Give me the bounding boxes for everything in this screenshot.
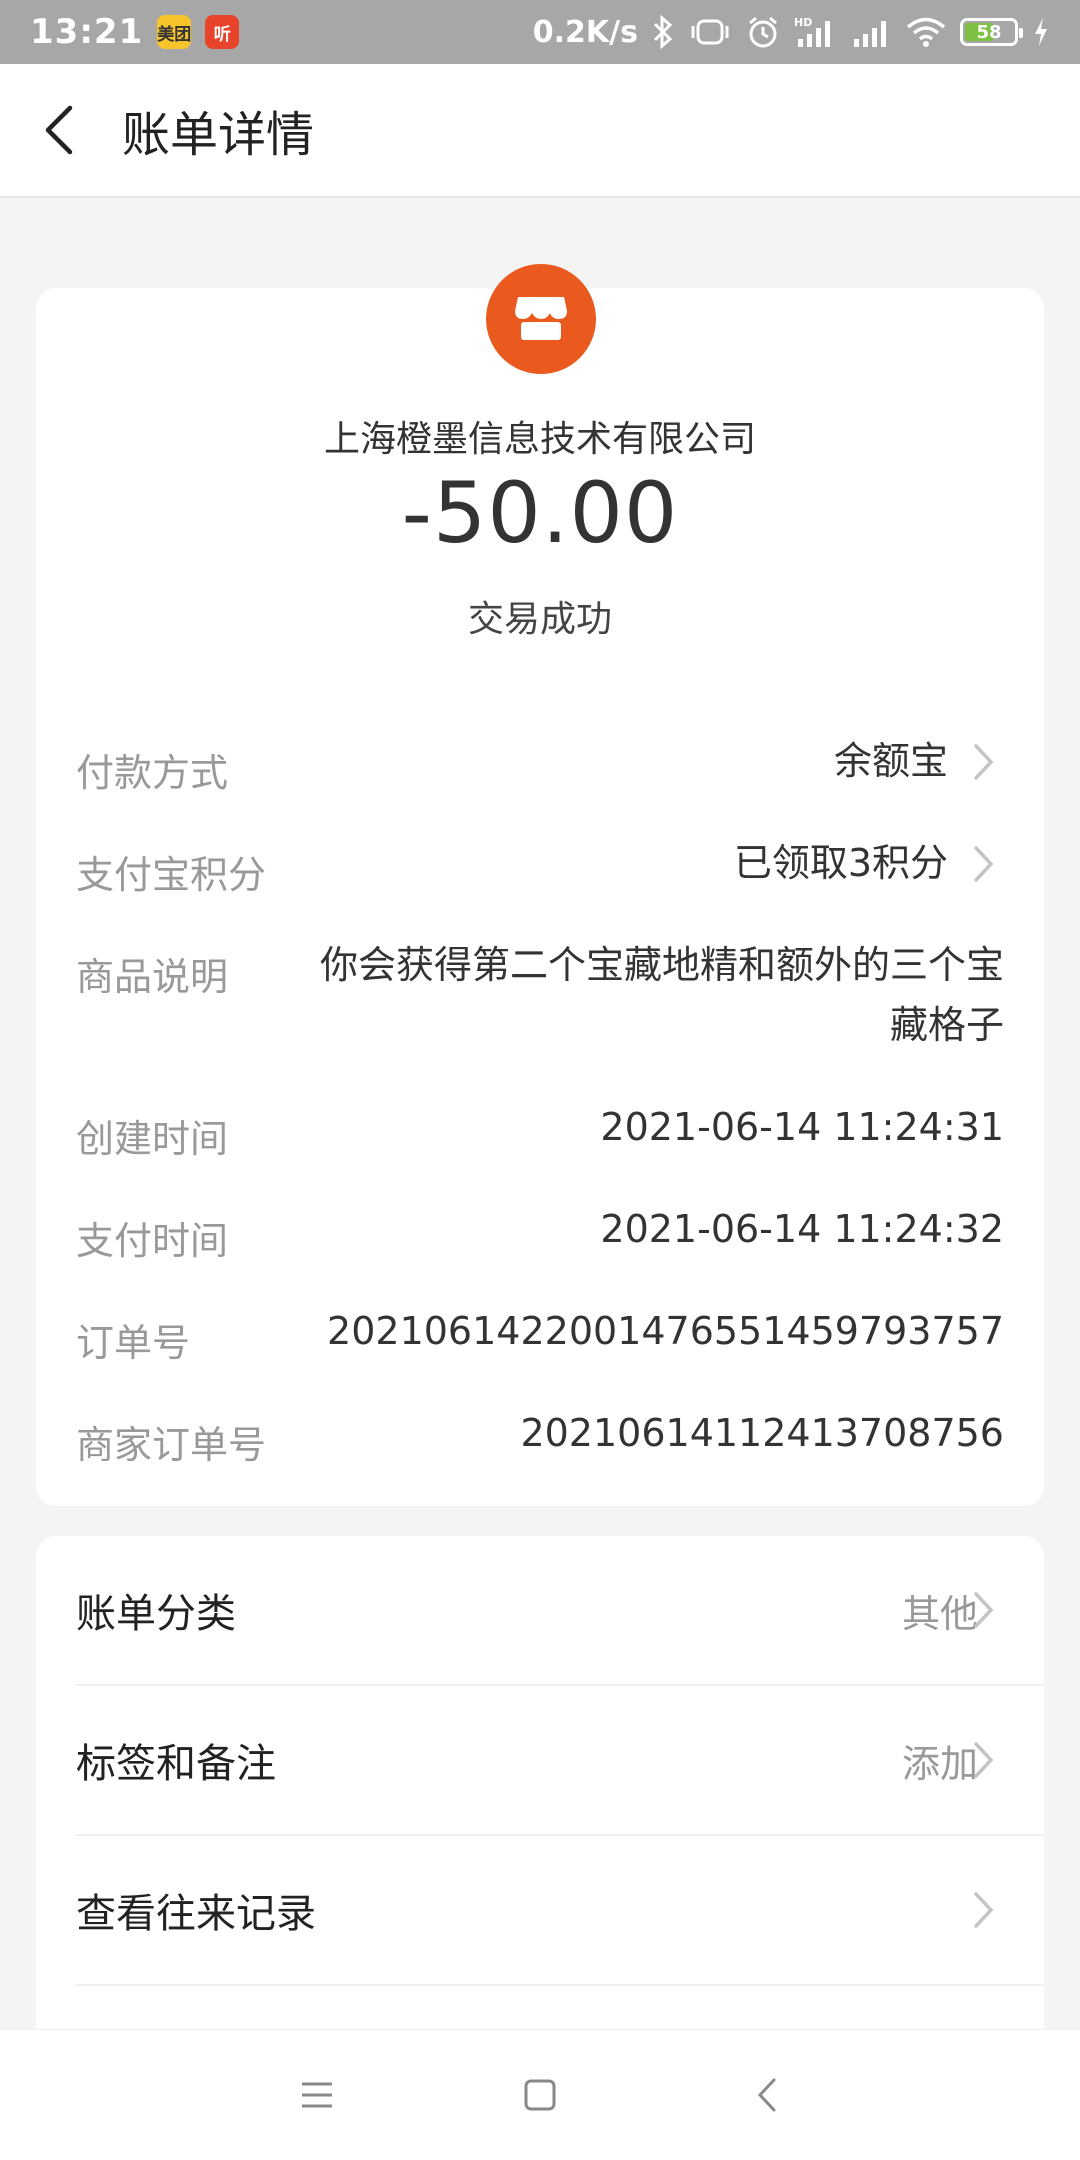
payment-method-value: 余额宝: [833, 739, 948, 783]
alarm-icon: [746, 15, 780, 49]
chevron-right-icon: [964, 1886, 1004, 1934]
created-time-row: 创建时间 2021-06-14 11:24:31: [76, 1105, 1004, 1163]
transaction-amount: -50.00: [401, 464, 679, 562]
svg-text:HD: HD: [794, 16, 812, 29]
chevron-right-icon: [964, 738, 1004, 786]
actions-card: 账单分类 其他 标签和备注 添加 查看往来记录: [36, 1536, 1044, 2046]
created-time-label: 创建时间: [76, 1117, 229, 1161]
status-bar: 13:21 美团 听 0.2K/s HD 58: [0, 0, 1080, 64]
product-description-label: 商品说明: [76, 955, 229, 999]
vibrate-icon: [688, 18, 732, 46]
created-time-value: 2021-06-14 11:24:31: [600, 1105, 1004, 1149]
system-nav-bar: [0, 2029, 1080, 2160]
chevron-right-icon: [964, 1736, 1004, 1784]
back-button[interactable]: [10, 63, 110, 197]
paid-time-value: 2021-06-14 11:24:32: [600, 1207, 1004, 1251]
battery-level: 58: [976, 21, 1002, 43]
alipay-points-value: 已领取3积分: [733, 841, 948, 885]
wifi-icon: [906, 16, 946, 48]
bill-category-item[interactable]: 账单分类 其他: [76, 1536, 1044, 1686]
menu-icon: [302, 2082, 332, 2108]
battery-icon: 58: [960, 18, 1023, 46]
paid-time-row: 支付时间 2021-06-14 11:24:32: [76, 1207, 1004, 1265]
home-icon: [524, 2079, 556, 2111]
chevron-left-icon: [45, 105, 73, 155]
chevron-right-icon: [964, 1586, 1004, 1634]
page-title: 账单详情: [122, 107, 315, 163]
merchant-name: 上海橙墨信息技术有限公司: [323, 419, 756, 460]
nav-back-button[interactable]: [732, 2060, 802, 2130]
view-history-label: 查看往来记录: [76, 1891, 316, 1937]
merchant-order-number-row: 商家订单号 20210614112413708756: [76, 1411, 1004, 1469]
menu-button[interactable]: [282, 2060, 352, 2130]
bluetooth-icon: [652, 15, 674, 49]
merchant-order-number-value: 20210614112413708756: [520, 1411, 1004, 1455]
paid-time-label: 支付时间: [76, 1219, 229, 1263]
transaction-card: 上海橙墨信息技术有限公司 -50.00 交易成功 付款方式 余额宝 支付宝积分 …: [36, 264, 1044, 1506]
product-description-value: 你会获得第二个宝藏地精和额外的三个宝藏格子: [319, 943, 1004, 1047]
signal-icon: [852, 15, 892, 49]
tags-notes-label: 标签和备注: [76, 1741, 276, 1787]
payment-method-label: 付款方式: [76, 751, 229, 795]
merchant-order-number-label: 商家订单号: [76, 1423, 267, 1467]
back-icon: [757, 2078, 776, 2112]
chevron-right-icon: [964, 840, 1004, 888]
listen-app-icon: 听: [205, 15, 240, 49]
bill-category-label: 账单分类: [76, 1591, 236, 1637]
charging-icon: [1032, 16, 1050, 48]
order-number-row: 订单号 2021061422001476551459793757: [76, 1309, 1004, 1367]
order-number-value: 2021061422001476551459793757: [327, 1309, 1004, 1353]
merchant-logo: [486, 264, 596, 374]
view-history-item[interactable]: 查看往来记录: [76, 1836, 1044, 1986]
status-time: 13:21: [30, 12, 144, 52]
tags-notes-item[interactable]: 标签和备注 添加: [76, 1686, 1044, 1836]
network-speed: 0.2K/s: [532, 14, 638, 50]
payment-method-row[interactable]: 付款方式 余额宝: [76, 739, 1004, 797]
order-number-label: 订单号: [76, 1321, 191, 1365]
meituan-app-icon: 美团: [157, 15, 192, 49]
alipay-points-label: 支付宝积分: [76, 853, 267, 897]
home-button[interactable]: [505, 2060, 575, 2130]
product-description-row: 商品说明 你会获得第二个宝藏地精和额外的三个宝藏格子: [76, 943, 1004, 1055]
alipay-points-row[interactable]: 支付宝积分 已领取3积分: [76, 841, 1004, 899]
hd-signal-icon: HD: [794, 15, 838, 49]
app-header: 账单详情: [0, 64, 1080, 198]
transaction-status: 交易成功: [467, 599, 612, 640]
store-icon: [515, 297, 567, 340]
